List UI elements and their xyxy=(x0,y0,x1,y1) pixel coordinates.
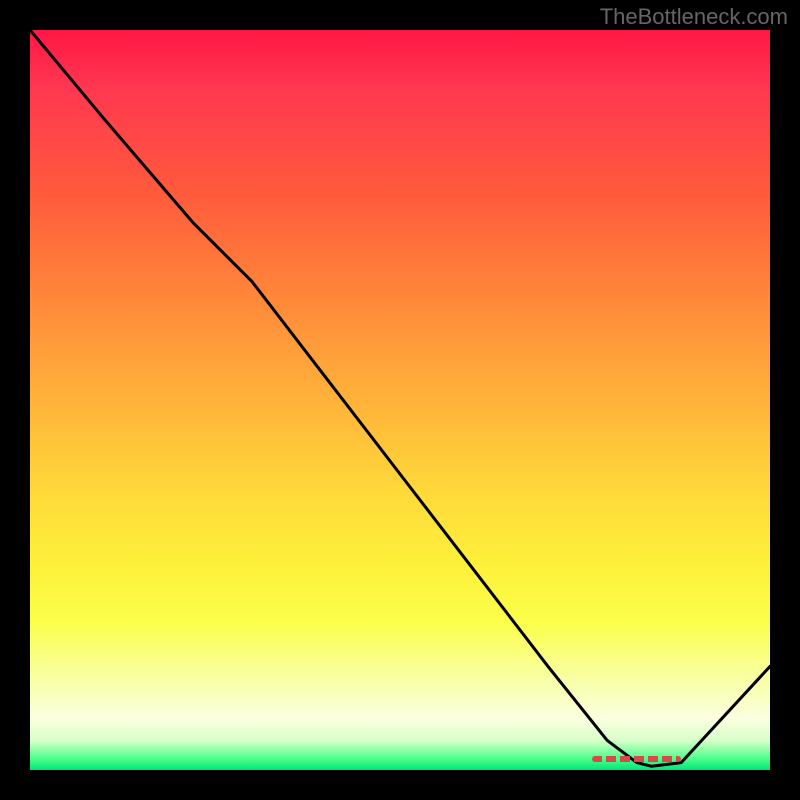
optimal-range-marker xyxy=(592,756,681,762)
attribution-text: TheBottleneck.com xyxy=(600,4,788,30)
chart-plot-area xyxy=(30,30,770,770)
chart-curve xyxy=(30,30,770,770)
